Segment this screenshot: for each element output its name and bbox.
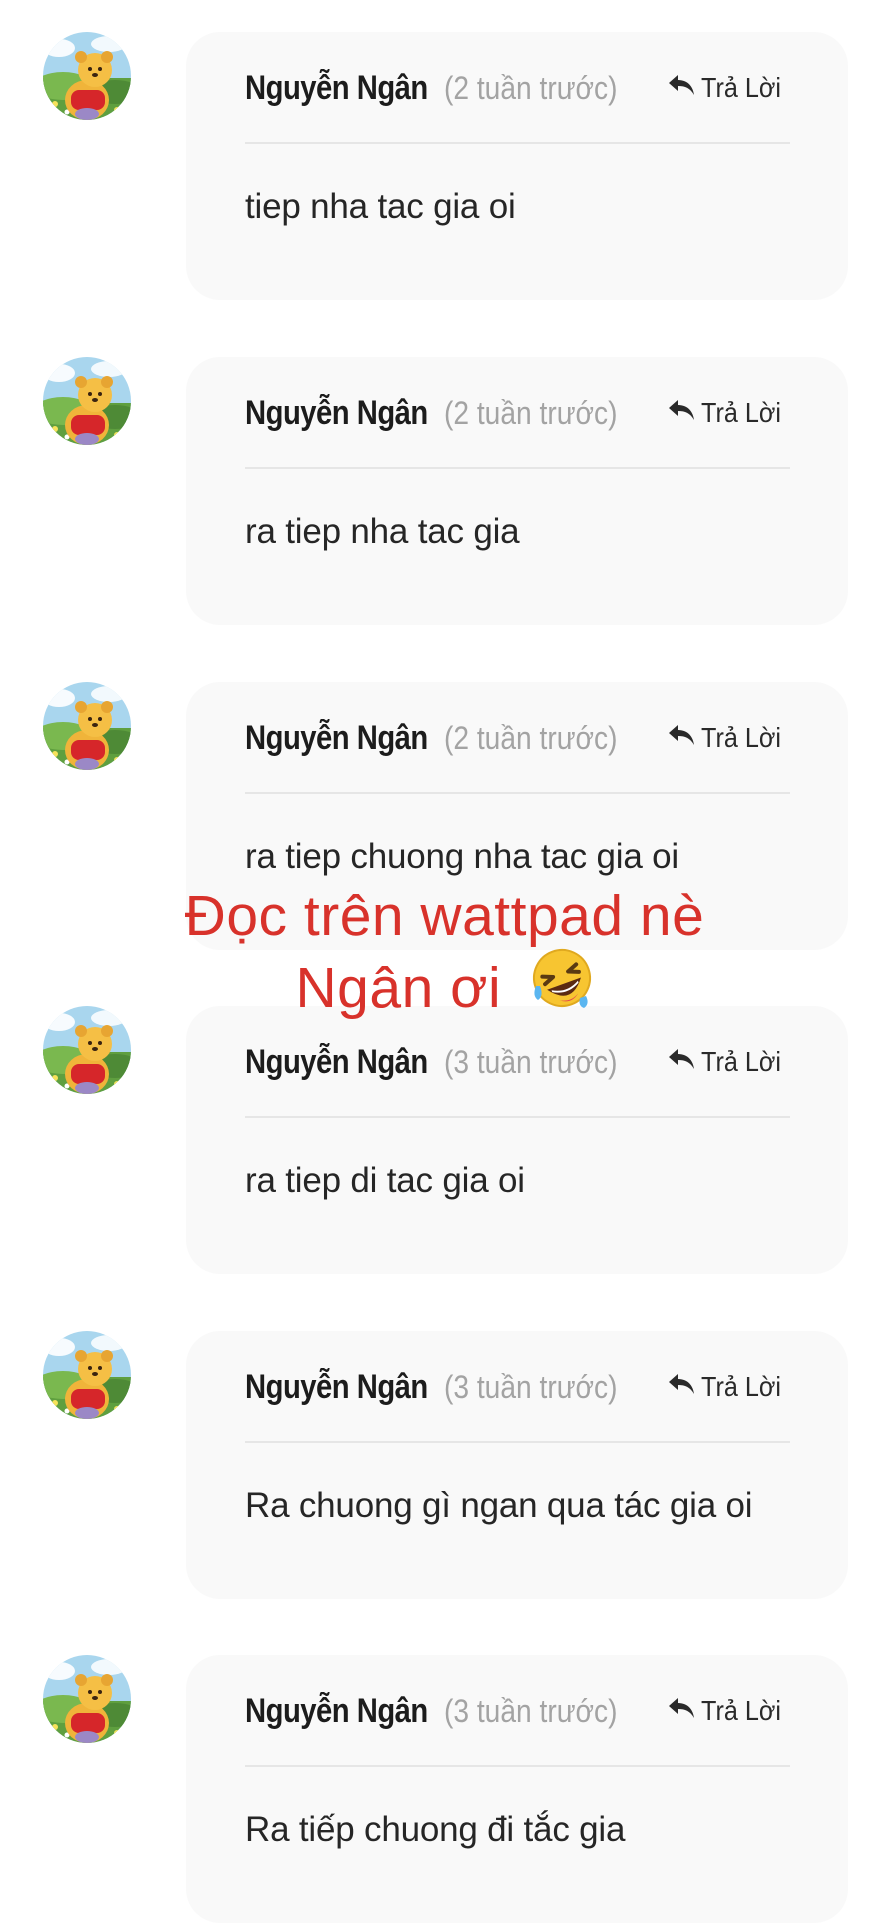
- comment-header: Nguyễn Ngân (2 tuần trước) Trả Lời: [245, 383, 790, 443]
- comment-text: Ra chuong gì ngan qua tác gia oi: [245, 1486, 753, 1525]
- comment-header: Nguyễn Ngân (3 tuần trước) Trả Lời: [245, 1032, 790, 1092]
- reply-button[interactable]: Trả Lời: [667, 722, 790, 754]
- comment-text: ra tiep di tac gia oi: [245, 1161, 525, 1200]
- comment-time: (2 tuần trước): [443, 394, 618, 431]
- user-avatar[interactable]: [43, 1331, 131, 1419]
- comment-bubble: Nguyễn Ngân (2 tuần trước) Trả Lời ra ti…: [186, 682, 848, 950]
- reply-arrow-icon: [667, 1696, 697, 1727]
- user-avatar[interactable]: [43, 357, 131, 445]
- reply-label: Trả Lời: [701, 722, 782, 753]
- comment-header: Nguyễn Ngân (2 tuần trước) Trả Lời: [245, 58, 790, 118]
- comment-bubble: Nguyễn Ngân (3 tuần trước) Trả Lời Ra ch…: [186, 1331, 848, 1599]
- comment-author[interactable]: Nguyễn Ngân: [245, 1043, 428, 1082]
- comment-text: Ra tiếp chuong đi tắc gia: [245, 1810, 626, 1849]
- comment-item: Nguyễn Ngân (2 tuần trước) Trả Lời tiep …: [0, 32, 889, 302]
- comment-item: Nguyễn Ngân (2 tuần trước) Trả Lời ra ti…: [0, 682, 889, 952]
- reply-arrow-icon: [667, 723, 697, 754]
- reply-arrow-icon: [667, 73, 697, 104]
- comment-author[interactable]: Nguyễn Ngân: [245, 69, 428, 108]
- user-avatar[interactable]: [43, 1006, 131, 1094]
- comment-text: ra tiep chuong nha tac gia oi: [245, 837, 679, 876]
- comment-item: Nguyễn Ngân (3 tuần trước) Trả Lời ra ti…: [0, 1006, 889, 1276]
- user-avatar[interactable]: [43, 682, 131, 770]
- comment-author[interactable]: Nguyễn Ngân: [245, 394, 428, 433]
- comment-bubble: Nguyễn Ngân (2 tuần trước) Trả Lời ra ti…: [186, 357, 848, 625]
- comment-divider: [245, 792, 790, 794]
- reply-label: Trả Lời: [701, 397, 782, 428]
- comment-author[interactable]: Nguyễn Ngân: [245, 1368, 428, 1407]
- reply-arrow-icon: [667, 398, 697, 429]
- comment-divider: [245, 1765, 790, 1767]
- comment-item: Nguyễn Ngân (3 tuần trước) Trả Lời Ra ch…: [0, 1331, 889, 1601]
- comment-bubble: Nguyễn Ngân (3 tuần trước) Trả Lời Ra ti…: [186, 1655, 848, 1923]
- reply-button[interactable]: Trả Lời: [667, 72, 790, 104]
- comment-divider: [245, 142, 790, 144]
- reply-label: Trả Lời: [701, 1695, 782, 1726]
- comment-time: (2 tuần trước): [443, 69, 618, 106]
- comment-time: (3 tuần trước): [443, 1692, 618, 1729]
- comment-author[interactable]: Nguyễn Ngân: [245, 1692, 428, 1731]
- comment-bubble: Nguyễn Ngân (3 tuần trước) Trả Lời ra ti…: [186, 1006, 848, 1274]
- reply-label: Trả Lời: [701, 1371, 782, 1402]
- comment-bubble: Nguyễn Ngân (2 tuần trước) Trả Lời tiep …: [186, 32, 848, 300]
- reply-button[interactable]: Trả Lời: [667, 1371, 790, 1403]
- comment-header: Nguyễn Ngân (3 tuần trước) Trả Lời: [245, 1681, 790, 1741]
- comment-item: Nguyễn Ngân (2 tuần trước) Trả Lời ra ti…: [0, 357, 889, 627]
- reply-button[interactable]: Trả Lời: [667, 1695, 790, 1727]
- comment-text: tiep nha tac gia oi: [245, 187, 516, 226]
- reply-button[interactable]: Trả Lời: [667, 397, 790, 429]
- reply-label: Trả Lời: [701, 1046, 782, 1077]
- reply-label: Trả Lời: [701, 72, 782, 103]
- comment-divider: [245, 467, 790, 469]
- comment-author[interactable]: Nguyễn Ngân: [245, 719, 428, 758]
- reply-arrow-icon: [667, 1372, 697, 1403]
- comment-divider: [245, 1441, 790, 1443]
- reply-button[interactable]: Trả Lời: [667, 1046, 790, 1078]
- comment-time: (3 tuần trước): [443, 1043, 618, 1080]
- comment-header: Nguyễn Ngân (3 tuần trước) Trả Lời: [245, 1357, 790, 1417]
- comment-header: Nguyễn Ngân (2 tuần trước) Trả Lời: [245, 708, 790, 768]
- reply-arrow-icon: [667, 1047, 697, 1078]
- comment-time: (2 tuần trước): [443, 719, 618, 756]
- comment-item: Nguyễn Ngân (3 tuần trước) Trả Lời Ra ti…: [0, 1655, 889, 1925]
- comment-text: ra tiep nha tac gia: [245, 512, 520, 551]
- comment-divider: [245, 1116, 790, 1118]
- user-avatar[interactable]: [43, 1655, 131, 1743]
- comment-time: (3 tuần trước): [443, 1368, 618, 1405]
- user-avatar[interactable]: [43, 32, 131, 120]
